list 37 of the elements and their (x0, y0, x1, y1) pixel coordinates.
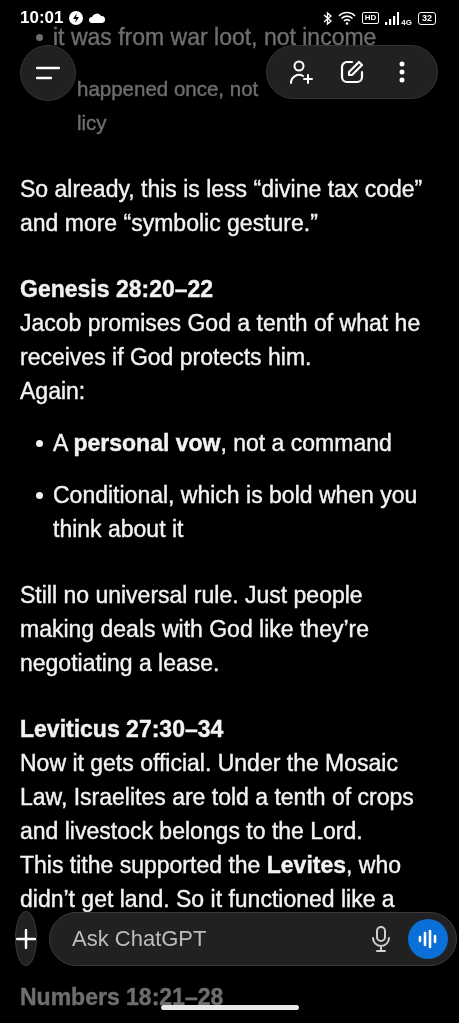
paragraph: Jacob promises God a tenth of what he receives if God protects him. (20, 309, 422, 372)
edit-icon (340, 60, 364, 84)
hd-badge: HD (361, 12, 380, 24)
sound-wave-icon (418, 928, 438, 949)
bullet-text: happened once, not (77, 76, 259, 102)
paragraph: So already, this is less “divine tax code” and more “symbolic gesture.” (20, 175, 424, 238)
add-button[interactable] (15, 911, 37, 966)
paragraph: This tithe supported the Levites, who didn’t get land. So it functioned like a (20, 851, 402, 914)
bullet-icon (36, 492, 43, 499)
bluetooth-icon (322, 10, 332, 26)
wifi-icon (337, 11, 356, 25)
section-heading: Leviticus 27:30–34 (20, 715, 225, 744)
notification-icon (69, 11, 84, 25)
bullet-icon (36, 440, 43, 447)
bullet-text: licy (77, 110, 108, 136)
person-add-icon (289, 59, 315, 85)
cloud-icon (89, 13, 106, 23)
message-field[interactable]: Ask ChatGPT (49, 911, 457, 966)
voice-mode-button[interactable] (408, 918, 448, 959)
network-type: 4G (401, 18, 412, 27)
bullet-icon (36, 34, 43, 41)
microphone-button[interactable] (372, 925, 390, 952)
bullet-text: A personal vow, not a command (53, 429, 392, 458)
paragraph: Still no universal rule. Just people making deals with God like they’re negotiating a lease. (20, 581, 370, 678)
section-heading: Genesis 28:20–22 (20, 275, 215, 304)
menu-button[interactable] (20, 45, 76, 101)
more-icon (399, 61, 405, 83)
paragraph: Now it gets official. Under the Mosaic Law, Israelites are told a tenth of crops and livestock belongs to the Lord. (20, 749, 415, 846)
message-input[interactable]: Ask ChatGPT (70, 924, 362, 953)
bullet-text: Conditional, which is bold when you think about it (53, 481, 419, 544)
microphone-icon (372, 925, 390, 952)
section-heading: Numbers 18:21–28 (20, 985, 224, 1009)
menu-icon (36, 66, 60, 80)
paragraph: Again: (20, 377, 87, 406)
plus-icon (16, 928, 36, 949)
signal-icon (385, 11, 400, 25)
battery-level: 32 (418, 11, 436, 25)
